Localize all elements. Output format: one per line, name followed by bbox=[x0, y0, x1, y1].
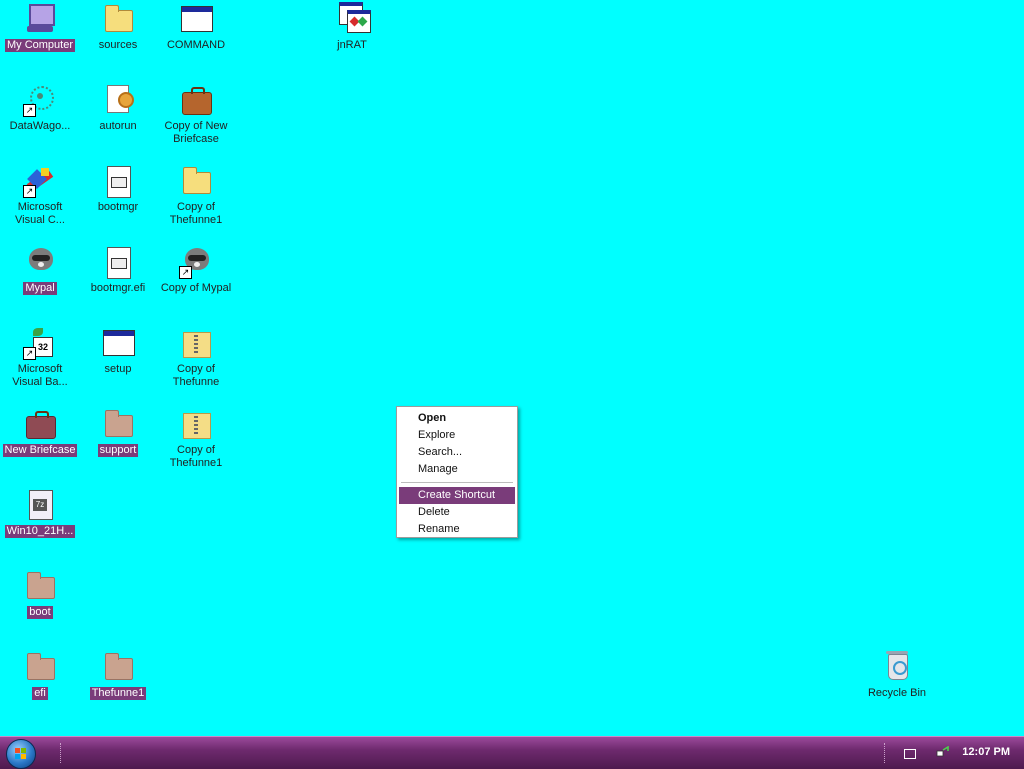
desktop-icon-efi[interactable]: efi bbox=[1, 650, 79, 728]
desktop-icon-visual-c[interactable]: ↗ Microsoft Visual C... bbox=[1, 164, 79, 242]
icon-label: Thefunne1 bbox=[89, 687, 147, 700]
desktop-icon-support[interactable]: support bbox=[79, 407, 157, 485]
icon-label: Copy of New Briefcase bbox=[164, 120, 228, 145]
taskbar-clock[interactable]: 12:07 PM bbox=[962, 746, 1010, 758]
menu-item-rename[interactable]: Rename bbox=[399, 521, 515, 538]
desktop-icon-boot[interactable]: boot bbox=[1, 569, 79, 647]
folder-icon bbox=[101, 2, 135, 36]
desktop-icon-win10[interactable]: Win10_21H... bbox=[1, 488, 79, 566]
icon-label: autorun bbox=[99, 120, 137, 132]
command-window-icon bbox=[179, 2, 213, 36]
icon-label: COMMAND bbox=[166, 39, 226, 51]
menu-item-create-shortcut[interactable]: Create Shortcut bbox=[399, 487, 515, 504]
desktop-icon-visual-basic[interactable]: 32 ↗ Microsoft Visual Ba... bbox=[1, 326, 79, 404]
icon-label: Copy of Thefunne bbox=[172, 363, 220, 388]
shortcut-arrow-icon: ↗ bbox=[23, 104, 36, 117]
mypal-browser-icon bbox=[23, 245, 57, 279]
desktop-icon-copy-of-new-briefcase[interactable]: Copy of New Briefcase bbox=[157, 83, 235, 161]
my-computer-icon bbox=[23, 2, 57, 36]
folder-icon bbox=[179, 164, 213, 198]
menu-separator bbox=[401, 482, 513, 483]
network-icon[interactable] bbox=[936, 746, 950, 758]
jnrat-app-icon bbox=[335, 2, 371, 36]
system-file-icon bbox=[101, 245, 135, 279]
icon-label: DataWago... bbox=[9, 120, 71, 132]
desktop-icon-new-briefcase[interactable]: New Briefcase bbox=[1, 407, 79, 485]
recycle-bin-icon bbox=[880, 650, 914, 684]
icon-label: Copy of Thefunne1 bbox=[169, 201, 223, 226]
icon-label: boot bbox=[27, 606, 53, 619]
taskbar-grip[interactable] bbox=[60, 743, 64, 763]
icon-label: Microsoft Visual Ba... bbox=[12, 363, 68, 388]
desktop-icon-copy-of-thefunne1-folder[interactable]: Copy of Thefunne1 bbox=[157, 164, 235, 242]
desktop-icon-sources[interactable]: sources bbox=[79, 2, 157, 80]
desktop-icon-recycle-bin[interactable]: Recycle Bin bbox=[858, 650, 936, 728]
menu-item-explore[interactable]: Explore bbox=[399, 427, 515, 444]
icon-label: Recycle Bin bbox=[867, 687, 927, 699]
briefcase-icon bbox=[179, 83, 213, 117]
desktop-icon-autorun[interactable]: autorun bbox=[79, 83, 157, 161]
taskbar: 12:07 PM bbox=[0, 736, 1024, 769]
7z-archive-icon bbox=[23, 488, 57, 522]
desktop-icon-command[interactable]: COMMAND bbox=[157, 2, 235, 80]
desktop-icon-bootmgr[interactable]: bootmgr bbox=[79, 164, 157, 242]
system-tray: 12:07 PM bbox=[884, 737, 1024, 769]
menu-item-search[interactable]: Search... bbox=[399, 444, 515, 461]
icon-label: Copy of Mypal bbox=[160, 282, 232, 294]
folder-icon bbox=[23, 569, 57, 603]
icon-label: New Briefcase bbox=[2, 444, 78, 457]
menu-item-manage[interactable]: Manage bbox=[399, 461, 515, 478]
icon-label: bootmgr bbox=[97, 201, 139, 213]
icon-label: Copy of Thefunne1 bbox=[169, 444, 223, 469]
icon-label: My Computer bbox=[4, 39, 76, 52]
visual-basic-shortcut-icon: 32 ↗ bbox=[23, 326, 57, 360]
folder-icon bbox=[101, 650, 135, 684]
start-button[interactable] bbox=[6, 739, 36, 769]
shortcut-arrow-icon: ↗ bbox=[23, 185, 36, 198]
visual-c-shortcut-icon: ↗ bbox=[23, 164, 57, 198]
shortcut-arrow-icon: ↗ bbox=[179, 266, 192, 279]
autorun-settings-icon bbox=[101, 83, 135, 117]
desktop-icon-my-computer[interactable]: My Computer bbox=[1, 2, 79, 80]
context-menu: Open Explore Search... Manage Create Sho… bbox=[396, 406, 518, 538]
desktop-icon-mypal[interactable]: Mypal bbox=[1, 245, 79, 323]
desktop-icon-bootmgr-efi[interactable]: bootmgr.efi bbox=[79, 245, 157, 323]
menu-item-delete[interactable]: Delete bbox=[399, 504, 515, 521]
folder-icon bbox=[101, 407, 135, 441]
icon-label: support bbox=[97, 444, 139, 457]
windows-start-orb-icon bbox=[15, 748, 27, 760]
icon-label: bootmgr.efi bbox=[90, 282, 146, 294]
icon-label: efi bbox=[32, 687, 48, 700]
desktop-icon-setup[interactable]: setup bbox=[79, 326, 157, 404]
datawagon-shortcut-icon: ↗ bbox=[23, 83, 57, 117]
menu-item-open[interactable]: Open bbox=[399, 410, 515, 427]
desktop-icon-jnrat[interactable]: jnRAT bbox=[313, 2, 391, 80]
system-file-icon bbox=[101, 164, 135, 198]
icon-label: jnRAT bbox=[337, 39, 367, 51]
icon-label: setup bbox=[104, 363, 132, 375]
folder-icon bbox=[23, 650, 57, 684]
desktop-icon-datawagon[interactable]: ↗ DataWago... bbox=[1, 83, 79, 161]
icon-label: Microsoft Visual C... bbox=[15, 201, 65, 226]
icon-label: sources bbox=[98, 39, 138, 51]
icon-label: Win10_21H... bbox=[4, 525, 76, 538]
desktop-icon-copy-of-thefunne1-zip[interactable]: Copy of Thefunne1 bbox=[157, 407, 235, 485]
zipped-folder-icon bbox=[179, 407, 213, 441]
mypal-shortcut-icon: ↗ bbox=[179, 245, 213, 279]
desktop-icon-thefunne1[interactable]: Thefunne1 bbox=[79, 650, 157, 728]
desktop-icon-copy-of-thefunne[interactable]: Copy of Thefunne bbox=[157, 326, 235, 404]
briefcase-icon bbox=[23, 407, 57, 441]
icon-label: Mypal bbox=[23, 282, 57, 295]
zipped-folder-icon bbox=[179, 326, 213, 360]
desktop-icon-copy-of-mypal[interactable]: ↗ Copy of Mypal bbox=[157, 245, 235, 323]
setup-window-icon bbox=[101, 326, 135, 360]
keyboard-icon[interactable] bbox=[904, 749, 916, 759]
shortcut-arrow-icon: ↗ bbox=[23, 347, 36, 360]
